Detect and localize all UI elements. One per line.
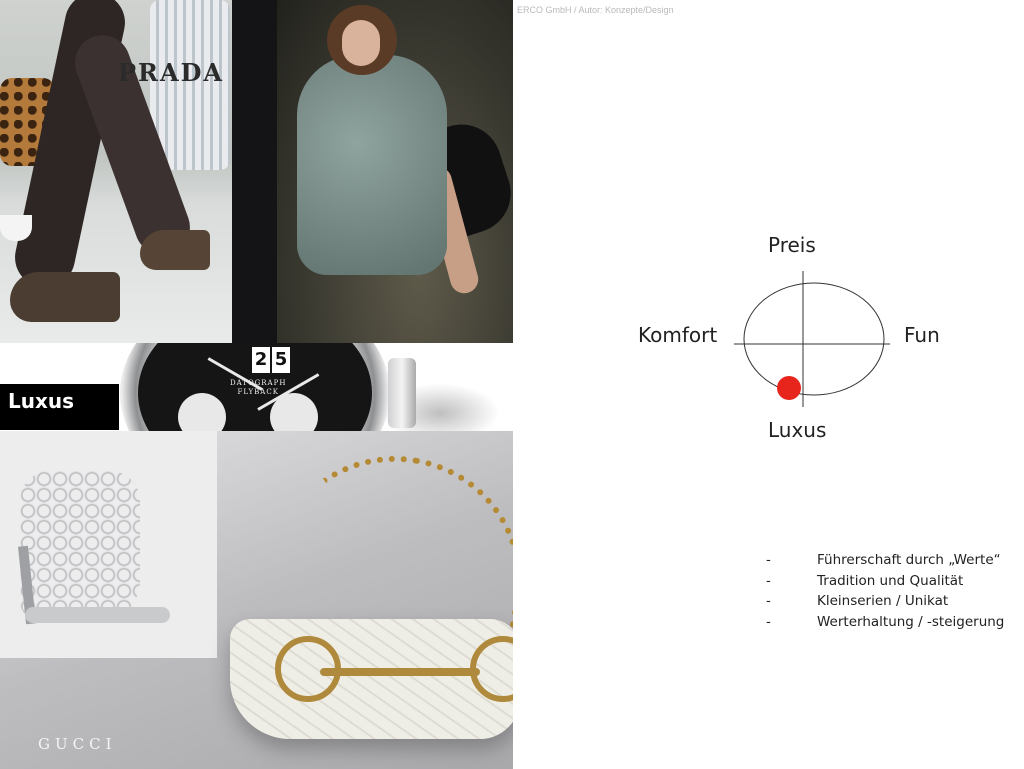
shoe	[10, 272, 120, 322]
watch-date-window: 2 5	[252, 347, 290, 373]
diagram-label-top: Preis	[768, 233, 816, 257]
list-item-text: Führerschaft durch „Werte“	[817, 552, 1001, 568]
bullet-list: - Führerschaft durch „Werte“ - Tradition u…	[766, 550, 1004, 633]
diagram-label-right: Fun	[904, 323, 940, 347]
gucci-logo: GUCCI	[38, 735, 117, 753]
positioning-diagram: Preis Komfort Fun Luxus	[620, 225, 960, 455]
sandal-sole	[25, 607, 170, 623]
list-item-text: Tradition und Qualität	[817, 572, 964, 589]
bag-horsebit	[320, 668, 480, 676]
fur-coat-photo	[277, 0, 513, 343]
teacup	[0, 215, 32, 241]
diagram-marker	[777, 376, 801, 400]
list-item: - Werterhaltung / -steigerung	[766, 612, 1004, 633]
list-item-text: Kleinserien / Unikat	[817, 593, 949, 610]
dark-panel	[232, 0, 277, 343]
face	[342, 20, 380, 66]
watch-crown	[388, 358, 416, 428]
list-item: - Kleinserien / Unikat	[766, 591, 1004, 612]
prada-photo	[0, 0, 232, 343]
bullet-dash: -	[766, 552, 771, 568]
copyright-text: ERCO GmbH / Autor: Konzepte/Design	[517, 5, 674, 15]
image-collage: PRADA 2 5 DATOGRAPH FLYBACK Luxus GUCCI	[0, 0, 513, 769]
shoe	[140, 230, 210, 270]
bullet-dash: -	[766, 593, 771, 610]
prada-logo: PRADA	[118, 58, 225, 87]
diagram-label-bottom: Luxus	[768, 418, 827, 442]
list-item-text: Werterhaltung / -steigerung	[817, 614, 1005, 631]
gucci-photo: GUCCI	[0, 431, 513, 769]
sandal-panel	[0, 431, 217, 658]
bullet-dash: -	[766, 572, 771, 589]
handbag	[230, 619, 513, 739]
section-label: Luxus	[0, 384, 119, 430]
list-item: - Tradition und Qualität	[766, 571, 1004, 592]
diagram-label-left: Komfort	[638, 323, 718, 347]
watch-date-digit: 2	[252, 347, 270, 373]
jeweled-sandal	[20, 471, 140, 621]
watch-date-digit: 5	[272, 347, 290, 373]
diagram-ellipse	[743, 282, 885, 396]
list-item: - Führerschaft durch „Werte“	[766, 550, 1004, 571]
bullet-dash: -	[766, 614, 771, 631]
fur-coat	[297, 55, 447, 275]
